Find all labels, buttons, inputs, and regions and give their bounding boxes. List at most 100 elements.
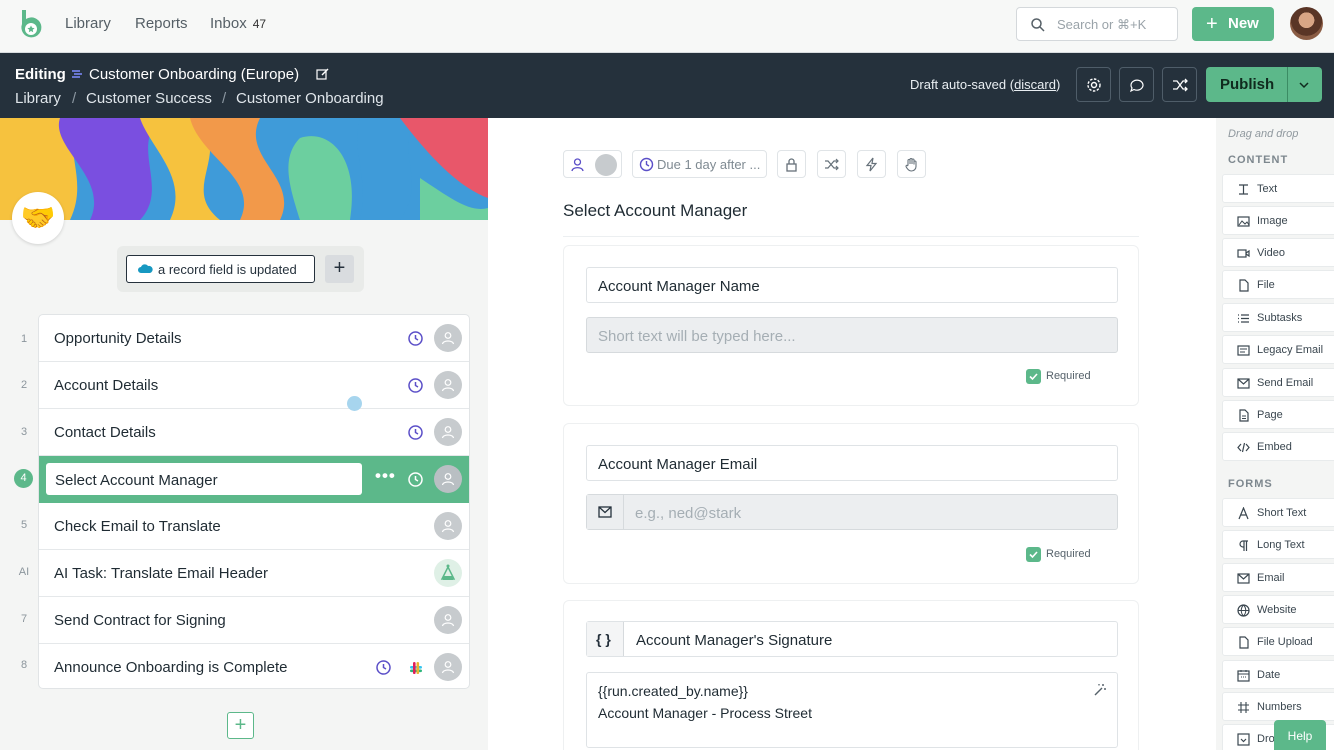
settings-button[interactable] bbox=[1076, 67, 1111, 102]
clock-icon bbox=[408, 425, 423, 440]
widget-file[interactable]: File bbox=[1222, 270, 1334, 299]
task-title[interactable]: Select Account Manager bbox=[563, 201, 747, 221]
form-field-card[interactable]: { } Account Manager's Signature {{run.cr… bbox=[563, 600, 1139, 750]
stop-task-button[interactable] bbox=[897, 150, 926, 178]
gear-icon bbox=[1087, 78, 1101, 92]
user-icon bbox=[441, 332, 455, 345]
widget-image[interactable]: Image bbox=[1222, 206, 1334, 235]
breadcrumb-separator: / bbox=[222, 90, 227, 107]
assignee-avatar[interactable] bbox=[434, 371, 462, 399]
edit-bar: Editing Customer Onboarding (Europe) Lib… bbox=[0, 53, 1334, 118]
form-field-card[interactable]: Account Manager Name Short text will be … bbox=[563, 245, 1139, 406]
required-checkbox[interactable] bbox=[1026, 369, 1041, 384]
search-placeholder: Search or ⌘+K bbox=[1057, 17, 1147, 32]
widget-short-text[interactable]: Short Text bbox=[1222, 498, 1334, 527]
publish-button[interactable]: Publish bbox=[1206, 67, 1322, 102]
task-name: Check Email to Translate bbox=[54, 518, 221, 535]
clock-icon bbox=[639, 157, 654, 172]
task-item-opportunity-details[interactable]: Opportunity Details bbox=[39, 315, 469, 362]
trigger-button[interactable]: a record field is updated bbox=[126, 255, 315, 283]
user-avatar[interactable] bbox=[1290, 7, 1323, 40]
field-label-input[interactable]: Account Manager Email bbox=[586, 445, 1118, 481]
widget-page[interactable]: Page bbox=[1222, 400, 1334, 429]
field-label-input[interactable]: Account Manager Name bbox=[586, 267, 1118, 303]
code-icon bbox=[1237, 442, 1250, 453]
add-task-button[interactable]: + bbox=[227, 712, 254, 739]
widget-numbers[interactable]: Numbers bbox=[1222, 692, 1334, 721]
variable-prefix[interactable]: { } bbox=[587, 622, 624, 656]
widget-date[interactable]: Date bbox=[1222, 660, 1334, 689]
user-icon bbox=[441, 614, 455, 627]
widget-subtasks[interactable]: Subtasks bbox=[1222, 303, 1334, 332]
assignee-avatar[interactable] bbox=[434, 465, 462, 493]
widget-email[interactable]: Email bbox=[1222, 563, 1334, 592]
permissions-button[interactable] bbox=[777, 150, 806, 178]
widget-embed[interactable]: Embed bbox=[1222, 432, 1334, 461]
signature-text-area[interactable]: {{run.created_by.name}} Account Manager … bbox=[586, 672, 1118, 748]
conditional-logic-button[interactable] bbox=[817, 150, 846, 178]
task-item-ai-translate[interactable]: AI Task: Translate Email Header bbox=[39, 550, 469, 597]
breadcrumb-customer-success[interactable]: Customer Success bbox=[86, 90, 212, 107]
top-nav: Library Reports Inbox 47 Search or ⌘+K + … bbox=[0, 0, 1334, 53]
magic-wand-icon[interactable] bbox=[1093, 683, 1107, 697]
envelope-icon bbox=[598, 506, 612, 518]
assignee-avatar[interactable] bbox=[434, 606, 462, 634]
help-button[interactable]: Help bbox=[1274, 720, 1326, 750]
widget-long-text[interactable]: Long Text bbox=[1222, 530, 1334, 559]
field-label-text: Account Manager Email bbox=[598, 456, 758, 473]
assign-button[interactable] bbox=[563, 150, 622, 178]
widget-video[interactable]: Video bbox=[1222, 238, 1334, 267]
email-prefix bbox=[587, 495, 624, 529]
breadcrumb-library[interactable]: Library bbox=[15, 90, 61, 107]
nav-inbox[interactable]: Inbox 47 bbox=[210, 15, 266, 32]
file-icon bbox=[1239, 279, 1249, 292]
task-item-contact-details[interactable]: Contact Details bbox=[39, 409, 469, 456]
widget-legacy-email[interactable]: Legacy Email bbox=[1222, 335, 1334, 364]
required-label: Required bbox=[1046, 548, 1091, 560]
field-label-input[interactable]: { } Account Manager's Signature bbox=[586, 621, 1118, 657]
search-input[interactable]: Search or ⌘+K bbox=[1016, 7, 1178, 41]
assignee-avatar[interactable] bbox=[434, 512, 462, 540]
app-logo[interactable] bbox=[16, 8, 46, 40]
widget-text[interactable]: Text bbox=[1222, 174, 1334, 203]
assignee-avatar[interactable] bbox=[434, 418, 462, 446]
list-icon bbox=[1238, 314, 1249, 323]
discard-link[interactable]: discard bbox=[1014, 77, 1056, 92]
widget-label: File Upload bbox=[1257, 636, 1313, 648]
new-button[interactable]: + New bbox=[1192, 7, 1274, 41]
search-icon bbox=[1031, 18, 1045, 32]
workflow-title[interactable]: Customer Onboarding (Europe) bbox=[89, 66, 299, 83]
widget-website[interactable]: Website bbox=[1222, 595, 1334, 624]
edit-icon[interactable] bbox=[316, 68, 329, 81]
widget-file-upload[interactable]: File Upload bbox=[1222, 627, 1334, 656]
task-item-announce-complete[interactable]: Announce Onboarding is Complete bbox=[39, 644, 469, 691]
video-icon bbox=[1237, 249, 1250, 258]
add-trigger-button[interactable]: + bbox=[325, 255, 354, 283]
comments-button[interactable] bbox=[1119, 67, 1154, 102]
task-item-select-account-manager[interactable]: Select Account Manager ••• bbox=[39, 456, 469, 503]
required-checkbox[interactable] bbox=[1026, 547, 1041, 562]
step-number: 8 bbox=[20, 659, 28, 671]
assignee-avatar[interactable] bbox=[434, 324, 462, 352]
conditional-logic-button[interactable] bbox=[1162, 67, 1197, 102]
form-field-card[interactable]: Account Manager Email e.g., ned@stark Re… bbox=[563, 423, 1139, 584]
user-icon bbox=[441, 473, 455, 486]
publish-label: Publish bbox=[1220, 76, 1275, 93]
task-item-check-email[interactable]: Check Email to Translate bbox=[39, 503, 469, 550]
nav-reports[interactable]: Reports bbox=[135, 15, 188, 32]
assignee-avatar[interactable] bbox=[434, 653, 462, 681]
task-item-send-contract[interactable]: Send Contract for Signing bbox=[39, 597, 469, 644]
chevron-down-icon[interactable] bbox=[1298, 79, 1310, 91]
nav-library[interactable]: Library bbox=[65, 15, 111, 32]
due-date-button[interactable]: Due 1 day after ... bbox=[632, 150, 767, 178]
more-options-icon[interactable]: ••• bbox=[375, 466, 396, 486]
widget-send-email[interactable]: Send Email bbox=[1222, 368, 1334, 397]
inbox-count-badge: 47 bbox=[252, 17, 267, 31]
field-placeholder: e.g., ned@stark bbox=[635, 505, 742, 522]
assignee-avatar bbox=[595, 154, 617, 176]
breadcrumb-customer-onboarding[interactable]: Customer Onboarding bbox=[236, 90, 384, 107]
task-list: Opportunity Details Account Details Cont… bbox=[38, 314, 470, 689]
task-item-account-details[interactable]: Account Details bbox=[39, 362, 469, 409]
automations-button[interactable] bbox=[857, 150, 886, 178]
user-icon bbox=[441, 426, 455, 439]
